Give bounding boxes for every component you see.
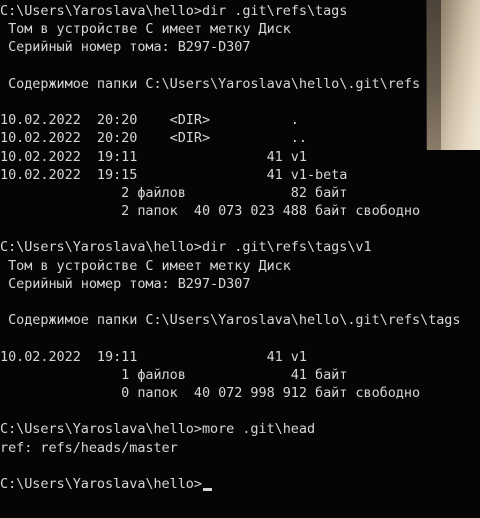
summary-line: 0 папок 40 072 998 912 байт свободно <box>0 384 421 401</box>
summary-line: 1 файлов 41 байт <box>0 366 348 383</box>
output-line: Том в устройстве C имеет метку Диск <box>0 257 291 274</box>
console-output[interactable]: C:\Users\Yaroslava\hello>dir .git\refs\t… <box>0 2 480 493</box>
listing-row: 10.02.2022 20:20 <DIR> .. <box>0 130 307 147</box>
listing-row: 10.02.2022 20:20 <DIR> . <box>0 112 299 129</box>
output-line: Содержимое папки C:\Users\Yaroslava\hell… <box>0 75 421 92</box>
listing-row: 10.02.2022 19:11 41 v1 <box>0 148 307 165</box>
active-prompt-line[interactable]: C:\Users\Yaroslava\hello> <box>0 475 480 493</box>
prompt-line: C:\Users\Yaroslava\hello>more .git\head <box>0 421 316 438</box>
webcam-shadow <box>427 0 441 150</box>
text-cursor <box>202 487 212 491</box>
prompt-line: C:\Users\Yaroslava\hello>dir .git\refs\t… <box>0 239 372 256</box>
output-line: Содержимое папки C:\Users\Yaroslava\hell… <box>0 312 461 329</box>
webcam-overlay <box>426 0 480 150</box>
output-line: Серийный номер тома: B297-D307 <box>0 39 251 56</box>
summary-line: 2 файлов 82 байт <box>0 184 348 201</box>
prompt-line: C:\Users\Yaroslava\hello>dir .git\refs\t… <box>0 3 348 19</box>
listing-row: 10.02.2022 19:11 41 v1 <box>0 348 307 365</box>
prompt-text: C:\Users\Yaroslava\hello> <box>0 475 202 492</box>
output-line: Серийный номер тома: B297-D307 <box>0 275 251 292</box>
output-line: ref: refs/heads/master <box>0 439 178 456</box>
listing-row: 10.02.2022 19:15 41 v1-beta <box>0 166 348 183</box>
summary-line: 2 папок 40 073 023 488 байт свободно <box>0 203 421 220</box>
terminal-window[interactable]: C:\Users\Yaroslava\hello>dir .git\refs\t… <box>0 0 480 518</box>
output-line: Том в устройстве C имеет метку Диск <box>0 21 291 38</box>
